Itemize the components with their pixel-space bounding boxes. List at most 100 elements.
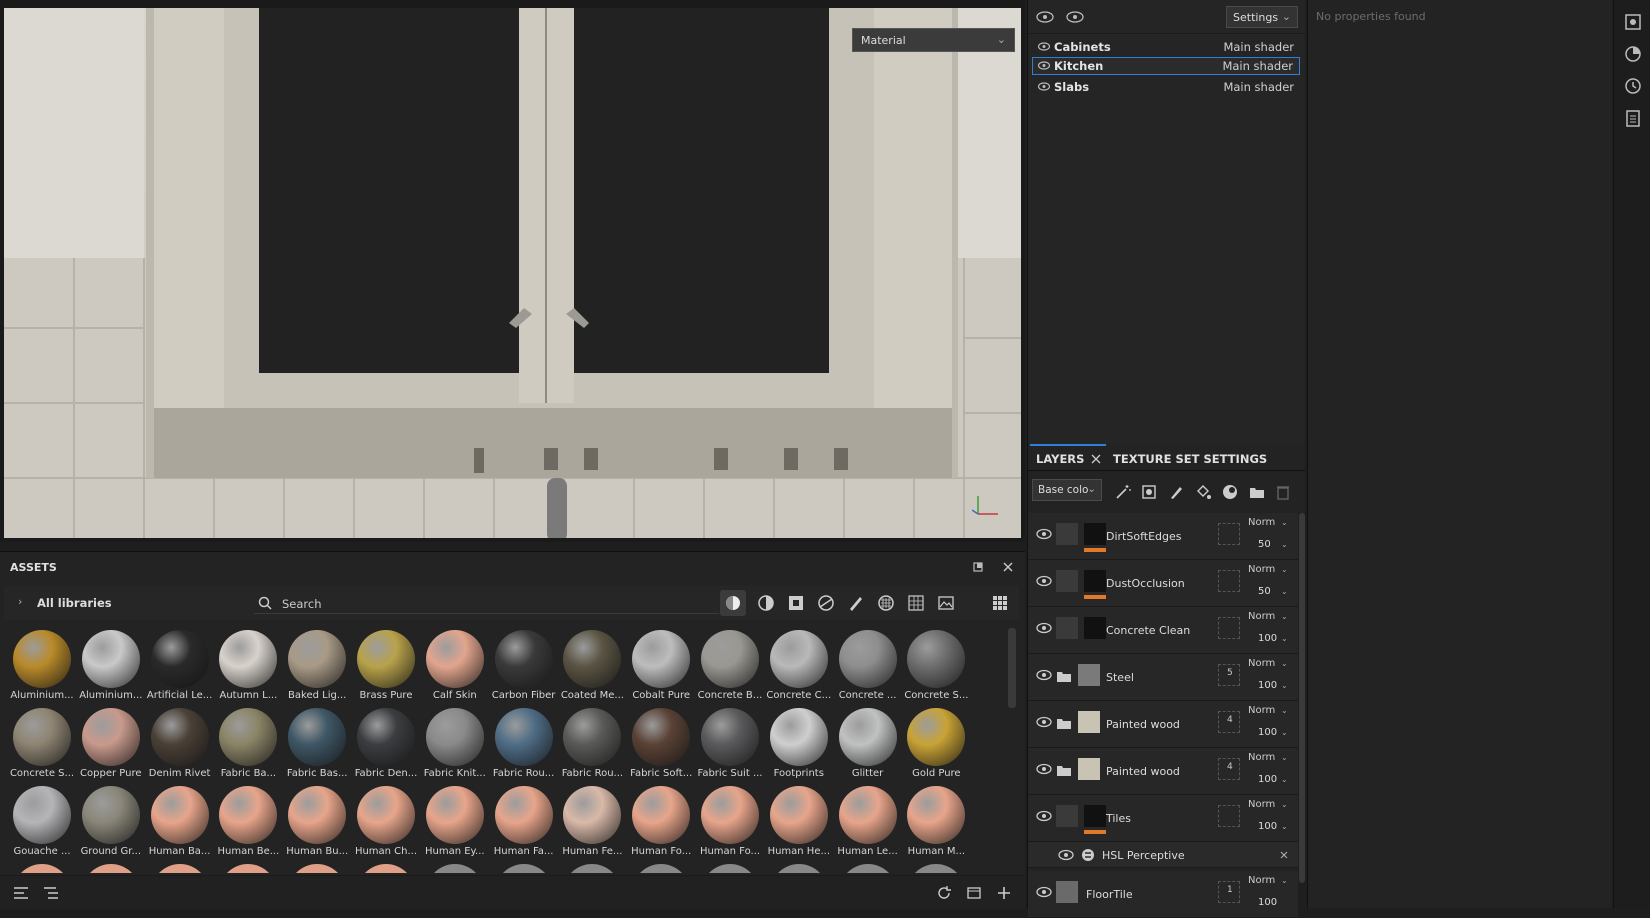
asset-tile[interactable]: Copper Pure xyxy=(77,706,145,784)
eye-icon[interactable] xyxy=(1036,622,1052,634)
eye-icon[interactable] xyxy=(1036,669,1052,681)
smart-mask-icon[interactable] xyxy=(816,593,836,613)
display-settings-icon[interactable] xyxy=(1623,44,1643,64)
asset-tile[interactable]: Human Fo... xyxy=(627,784,695,862)
brush-icon[interactable] xyxy=(846,593,866,613)
asset-tile[interactable]: Fabric Bas... xyxy=(283,706,351,784)
asset-tile[interactable] xyxy=(214,862,282,873)
layer-row[interactable]: Painted wood 4 Norm ⌄ 100 ⌄ xyxy=(1028,748,1298,795)
library-selector[interactable]: All libraries xyxy=(37,596,112,610)
asset-tile[interactable] xyxy=(421,862,489,873)
close-icon[interactable] xyxy=(1280,851,1288,859)
asset-tile[interactable] xyxy=(490,862,558,873)
asset-tile[interactable]: Baked Lig... xyxy=(283,628,351,706)
asset-tile[interactable]: Fabric Knit... xyxy=(421,706,489,784)
asset-tile[interactable] xyxy=(146,862,214,873)
refresh-icon[interactable] xyxy=(936,885,952,901)
asset-tile[interactable]: Human Le... xyxy=(834,784,902,862)
asset-tile[interactable]: Human Ch... xyxy=(352,784,420,862)
folder-icon[interactable] xyxy=(1056,716,1072,730)
layer-mask-slot[interactable] xyxy=(1218,523,1240,545)
asset-tile[interactable]: Human Fo... xyxy=(696,784,764,862)
asset-tile[interactable]: Concrete B... xyxy=(696,628,764,706)
asset-tile[interactable] xyxy=(627,862,695,873)
texture-set-row[interactable]: Slabs Main shader xyxy=(1032,78,1300,96)
asset-tile[interactable]: Coated Me... xyxy=(558,628,626,706)
asset-tile[interactable]: Gold Pure xyxy=(902,706,970,784)
asset-tile[interactable]: Concrete S... xyxy=(902,628,970,706)
blend-mode[interactable]: Norm xyxy=(1248,611,1275,622)
asset-tile[interactable]: Concrete ... xyxy=(834,628,902,706)
channel-dropdown[interactable]: Base colo ⌄ xyxy=(1032,479,1102,501)
asset-tile[interactable]: Human Ba... xyxy=(146,784,214,862)
log-icon[interactable] xyxy=(1623,108,1643,128)
asset-tile[interactable]: Human He... xyxy=(765,784,833,862)
blend-mode[interactable]: Norm xyxy=(1248,705,1275,716)
list-tree-icon[interactable] xyxy=(42,885,60,901)
layer-opacity[interactable]: 100 xyxy=(1258,727,1277,738)
chevron-right-icon[interactable]: › xyxy=(18,595,22,608)
layer-opacity[interactable]: 100 xyxy=(1258,633,1277,644)
asset-tile[interactable]: Brass Pure xyxy=(352,628,420,706)
visibility-all-icon[interactable] xyxy=(1036,10,1054,24)
material-mode-dropdown[interactable]: Material ⌄ xyxy=(852,28,1015,52)
texture-set-settings-icon[interactable] xyxy=(1623,12,1643,32)
blend-mode[interactable]: Norm xyxy=(1248,517,1275,528)
eye-icon[interactable] xyxy=(1038,42,1050,51)
eye-icon[interactable] xyxy=(1038,82,1050,91)
asset-tile[interactable] xyxy=(902,862,970,873)
texture-set-row[interactable]: Cabinets Main shader xyxy=(1032,38,1300,56)
layer-row[interactable]: DirtSoftEdges Norm ⌄ 50 ⌄ xyxy=(1028,513,1298,560)
asset-tile[interactable]: Fabric Ba... xyxy=(214,706,282,784)
asset-tile[interactable]: Human Be... xyxy=(214,784,282,862)
layer-mask-slot[interactable] xyxy=(1218,570,1240,592)
layer-row[interactable]: Tiles Norm ⌄ 100 ⌄ xyxy=(1028,795,1298,842)
add-effect-icon[interactable] xyxy=(1114,483,1132,501)
history-icon[interactable] xyxy=(1623,76,1643,96)
tab-texture-set-settings[interactable]: TEXTURE SET SETTINGS xyxy=(1113,452,1267,466)
close-icon[interactable] xyxy=(1002,561,1014,573)
layer-opacity[interactable]: 100 xyxy=(1258,821,1277,832)
asset-tile[interactable]: Gouache ... xyxy=(8,784,76,862)
eye-icon[interactable] xyxy=(1036,810,1052,822)
texture-set-row-selected[interactable]: Kitchen Main shader xyxy=(1032,57,1300,75)
asset-tile[interactable]: Carbon Fiber xyxy=(490,628,558,706)
layer-opacity[interactable]: 50 xyxy=(1258,539,1271,550)
asset-tile[interactable]: Human Bu... xyxy=(283,784,351,862)
delete-layer-icon[interactable] xyxy=(1274,483,1292,501)
asset-tile[interactable] xyxy=(765,862,833,873)
layer-row[interactable]: Concrete Clean Norm ⌄ 100 ⌄ xyxy=(1028,607,1298,654)
layer-mask-slot[interactable] xyxy=(1218,805,1240,827)
list-filter-icon[interactable] xyxy=(12,885,30,901)
folder-icon[interactable] xyxy=(1056,669,1072,683)
grid-view-icon[interactable] xyxy=(990,593,1010,613)
layer-row[interactable]: Painted wood 4 Norm ⌄ 100 ⌄ xyxy=(1028,701,1298,748)
add-folder-icon[interactable] xyxy=(1248,483,1266,501)
layer-opacity[interactable]: 100 xyxy=(1258,680,1277,691)
eye-icon[interactable] xyxy=(1036,763,1052,775)
grunge-icon[interactable] xyxy=(906,593,926,613)
asset-tile[interactable] xyxy=(834,862,902,873)
texture-set-shader[interactable]: Main shader xyxy=(1223,40,1294,54)
environment-icon[interactable] xyxy=(936,593,956,613)
add-icon[interactable] xyxy=(996,885,1012,901)
close-icon[interactable] xyxy=(1091,454,1101,464)
blend-mode[interactable]: Norm xyxy=(1248,875,1275,886)
maximize-icon[interactable] xyxy=(972,561,984,573)
add-smart-material-icon[interactable] xyxy=(1221,483,1239,501)
eye-icon[interactable] xyxy=(1038,61,1050,70)
filter-row[interactable]: HSL Perceptive xyxy=(1028,842,1298,868)
asset-tile[interactable] xyxy=(8,862,76,873)
texture-set-shader[interactable]: Main shader xyxy=(1222,59,1293,73)
asset-tile[interactable]: Autumn L... xyxy=(214,628,282,706)
layer-opacity[interactable]: 100 xyxy=(1258,897,1277,908)
asset-tile[interactable]: Concrete C... xyxy=(765,628,833,706)
asset-tile[interactable]: Fabric Den... xyxy=(352,706,420,784)
smart-material-icon[interactable] xyxy=(756,593,776,613)
asset-tile[interactable] xyxy=(283,862,351,873)
mask-icon[interactable] xyxy=(786,593,806,613)
blend-mode[interactable]: Norm xyxy=(1248,752,1275,763)
asset-tile[interactable]: Ground Gr... xyxy=(77,784,145,862)
texture-set-shader[interactable]: Main shader xyxy=(1223,80,1294,94)
asset-tile[interactable]: Human Ey... xyxy=(421,784,489,862)
